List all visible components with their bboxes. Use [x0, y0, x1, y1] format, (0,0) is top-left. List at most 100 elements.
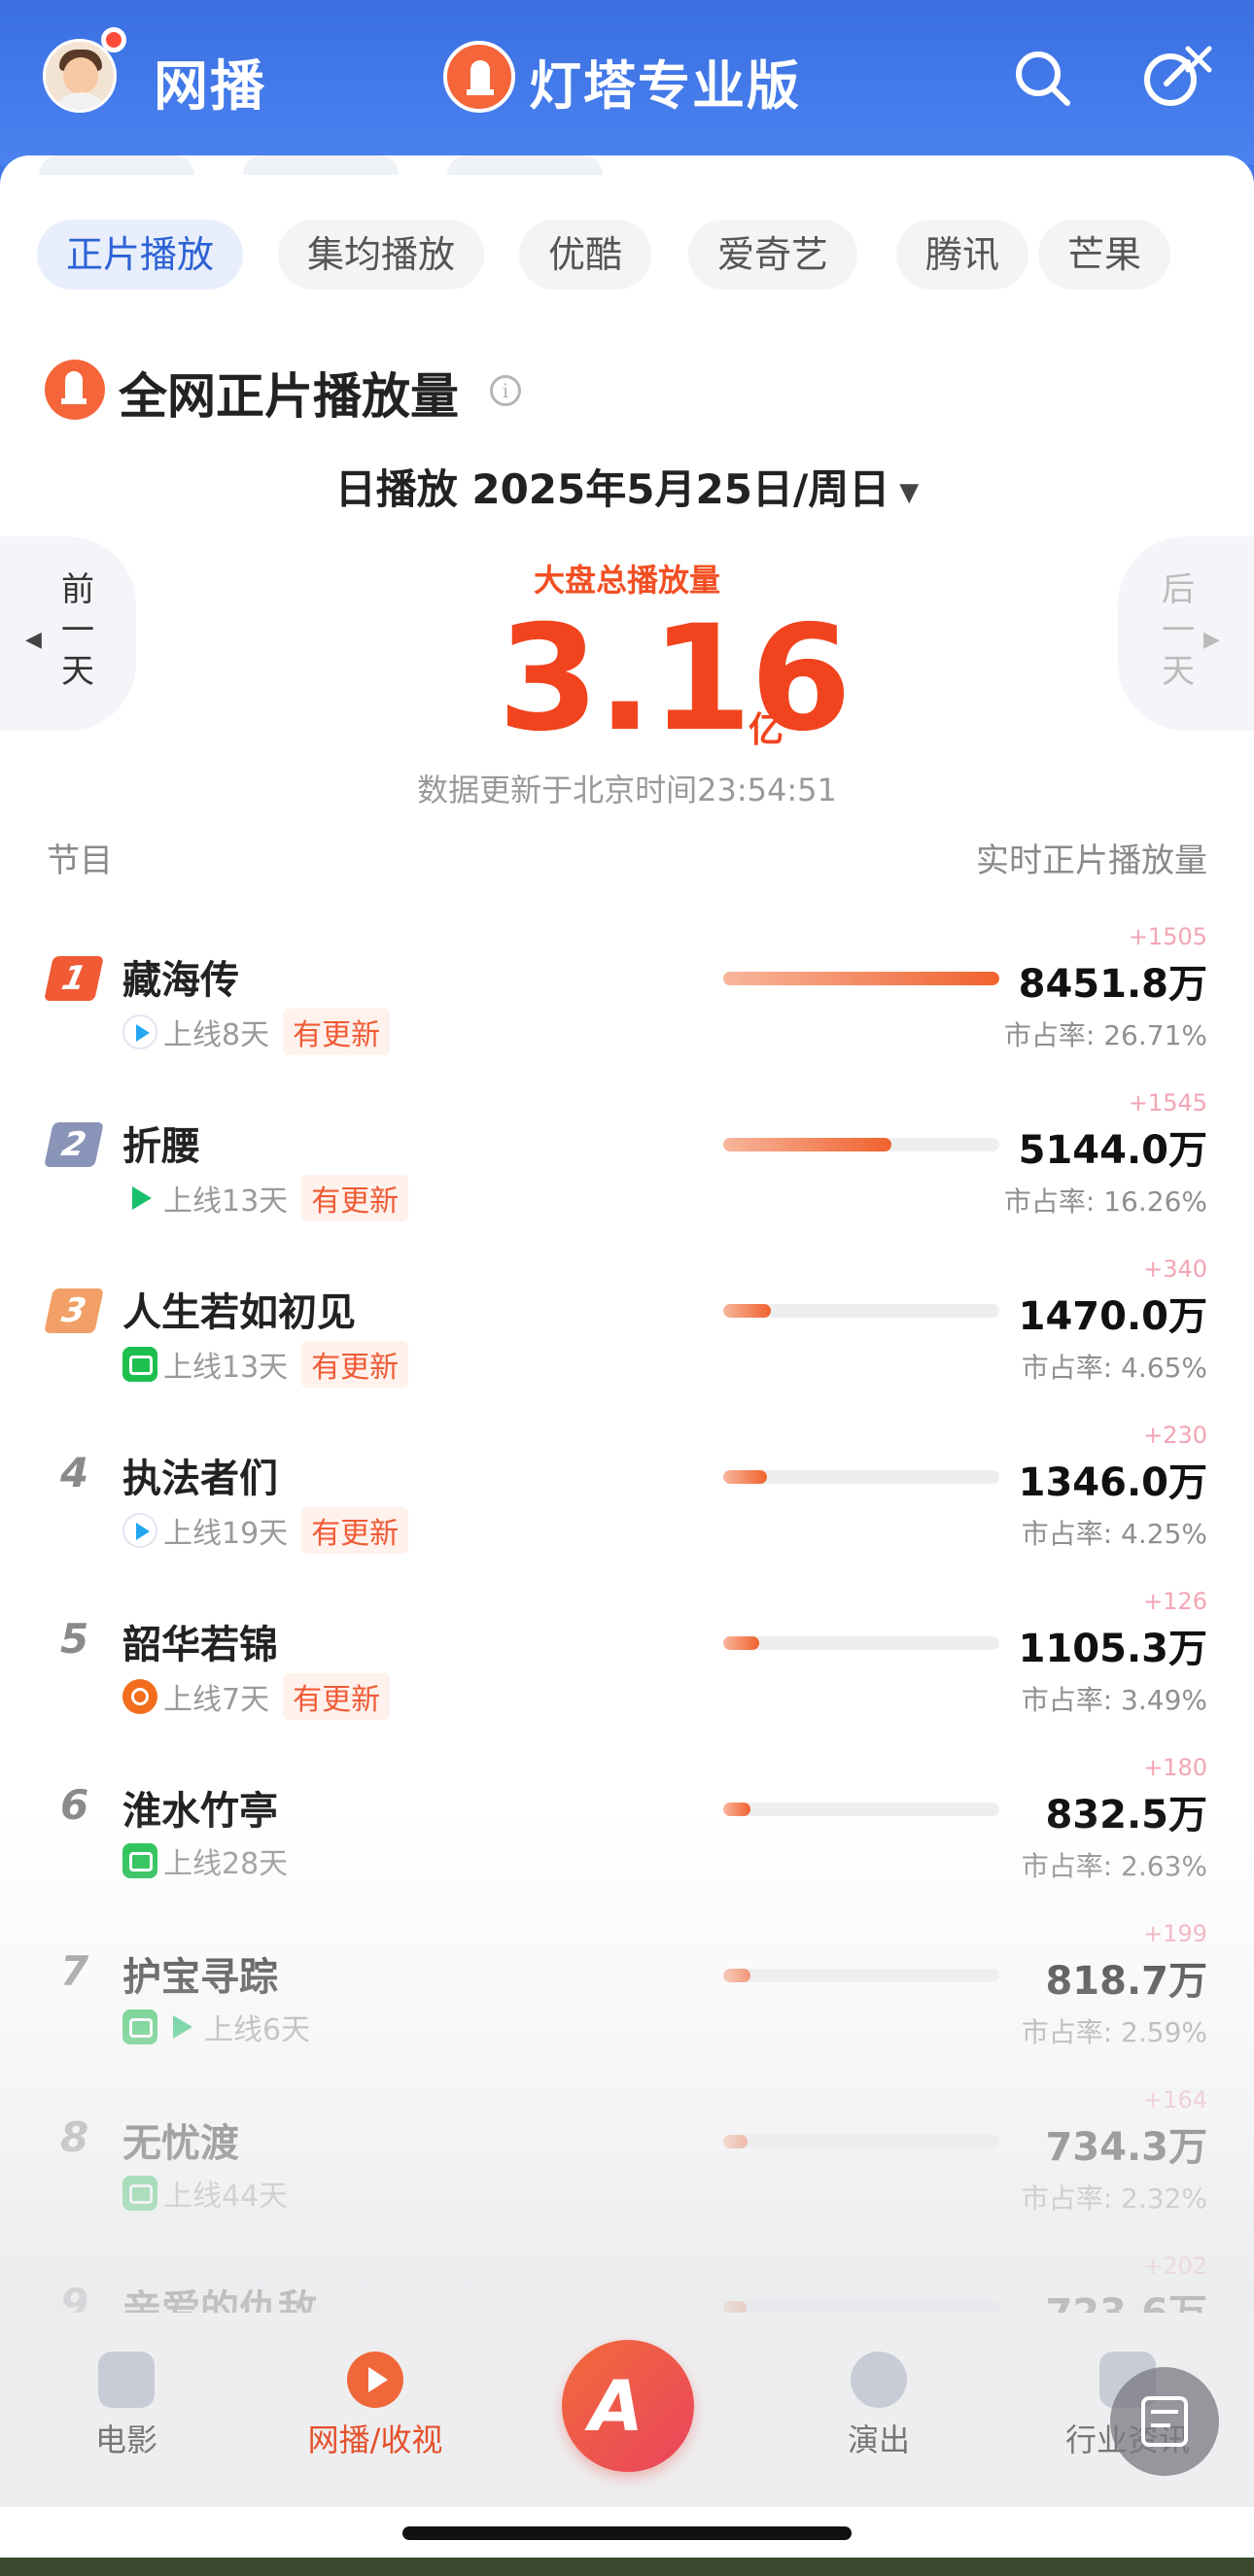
- play-delta: +180: [1143, 1754, 1207, 1781]
- filter-chip-iqiyi[interactable]: 爱奇艺: [688, 220, 858, 290]
- play-count: 1346.0万: [1018, 1460, 1207, 1505]
- market-share: 市占率: 4.65%: [1021, 1352, 1207, 1384]
- top-header: 网播 灯塔专业版: [0, 0, 1254, 165]
- days-online: 上线13天: [163, 1185, 289, 1219]
- share-bar-fill: [723, 1470, 768, 1484]
- rank-number: 5: [60, 1615, 89, 1663]
- show-title[interactable]: 淮水竹亭: [122, 1779, 278, 1836]
- screen-bottom-edge: [0, 2558, 1254, 2576]
- ranking-row[interactable]: 6 淮水竹亭 上线28天 +180 832.5万 市占率: 2.63%: [0, 1754, 1254, 1937]
- share-bar-fill: [723, 1304, 772, 1318]
- play-count: 1105.3万: [1018, 1627, 1207, 1671]
- share-bar: [723, 1470, 999, 1484]
- play-delta: +1545: [1128, 1089, 1207, 1116]
- filter-chips: 正片播放 集均播放 优酷 爱奇艺 腾讯 芒果: [37, 220, 1233, 290]
- filter-chip-mango[interactable]: 芒果: [1038, 220, 1171, 290]
- mango-platform-icon: [122, 1679, 157, 1714]
- show-meta: 上线44天: [122, 2172, 301, 2216]
- play-delta: +126: [1143, 1588, 1207, 1615]
- ranking-row[interactable]: 3 人生若如初见 上线13天 有更新 +340 1470.0万 市占率: 4.65…: [0, 1255, 1254, 1438]
- ranking-row[interactable]: 5 韶华若锦 上线7天 有更新 +126 1105.3万 市占率: 3.49%: [0, 1588, 1254, 1770]
- show-title[interactable]: 韶华若锦: [122, 1613, 278, 1669]
- show-title[interactable]: 无忧渡: [122, 2112, 239, 2168]
- microphone-icon: [851, 2352, 907, 2408]
- share-close-icon[interactable]: [1137, 41, 1215, 117]
- tencent-platform-icon: [163, 2009, 198, 2044]
- arrow-right-icon: ▶: [1203, 628, 1220, 652]
- market-share: 市占率: 2.32%: [1021, 2182, 1207, 2215]
- play-icon: [347, 2352, 403, 2408]
- ranking-row[interactable]: 1 藏海传 上线8天 有更新 +1505 8451.8万 市占率: 26.71%: [0, 923, 1254, 1106]
- market-share: 市占率: 2.59%: [1021, 2016, 1207, 2048]
- updated-tag: 有更新: [301, 1341, 409, 1388]
- share-bar: [723, 1803, 999, 1816]
- center-logo-icon: A: [589, 2365, 644, 2447]
- ranking-row[interactable]: 7 护宝寻踪 上线6天 +199 818.7万 市占率: 2.59%: [0, 1920, 1254, 2103]
- updated-tag: 有更新: [301, 1175, 409, 1221]
- section-title: 全网正片播放量: [119, 368, 459, 425]
- date-selector[interactable]: 日播放 2025年5月25日/周日 ▼: [0, 457, 1254, 516]
- days-online: 上线13天: [163, 1351, 289, 1385]
- rank-badge: 1: [44, 956, 104, 1001]
- ranking-row[interactable]: 8 无忧渡 上线44天 +164 734.3万 市占率: 2.32%: [0, 2086, 1254, 2269]
- play-delta: +199: [1143, 1920, 1207, 1947]
- nav-show[interactable]: 演出: [782, 2352, 976, 2460]
- total-value: 3.16: [498, 595, 852, 764]
- show-meta: 上线19天 有更新: [122, 1507, 409, 1554]
- floating-menu-button[interactable]: [1110, 2367, 1219, 2476]
- play-count: 8451.8万: [1018, 962, 1207, 1007]
- nav-streaming[interactable]: 网播/收视: [278, 2352, 472, 2460]
- show-title[interactable]: 护宝寻踪: [122, 1945, 278, 2002]
- filter-chip-tencent[interactable]: 腾讯: [896, 220, 1029, 290]
- info-icon[interactable]: i: [490, 375, 521, 406]
- notification-dot: [101, 27, 126, 52]
- play-count: 1470.0万: [1018, 1294, 1207, 1339]
- date-text: 日播放 2025年5月25日/周日: [334, 465, 890, 513]
- filter-chip-main-plays[interactable]: 正片播放: [37, 220, 244, 290]
- play-count: 818.7万: [1045, 1959, 1207, 2004]
- show-meta: 上线6天: [122, 2006, 324, 2050]
- play-delta: +164: [1143, 2086, 1207, 2113]
- show-meta: 上线28天: [122, 1839, 301, 1884]
- play-count: 5144.0万: [1018, 1128, 1207, 1173]
- show-meta: 上线8天 有更新: [122, 1009, 391, 1055]
- days-online: 上线7天: [163, 1683, 270, 1717]
- updated-tag: 有更新: [283, 1009, 391, 1055]
- total-unit: 亿: [749, 710, 784, 750]
- filter-chip-avg-plays[interactable]: 集均播放: [278, 220, 485, 290]
- rank-number: 6: [60, 1781, 89, 1829]
- search-icon[interactable]: [1011, 47, 1075, 111]
- home-indicator: [402, 2526, 852, 2540]
- lighthouse-logo-icon: [45, 360, 105, 420]
- youku-platform-icon: [122, 1014, 157, 1049]
- show-meta: 上线13天 有更新: [122, 1341, 409, 1388]
- play-delta: +202: [1143, 2252, 1207, 2280]
- show-title[interactable]: 执法者们: [122, 1447, 278, 1503]
- nav-movie[interactable]: 电影: [29, 2352, 224, 2460]
- filter-chip-youku[interactable]: 优酷: [519, 220, 652, 290]
- column-header-program: 节目: [47, 841, 113, 880]
- iqiyi-platform-icon: [122, 1347, 157, 1382]
- show-title[interactable]: 藏海传: [122, 948, 239, 1005]
- rank-badge: 3: [44, 1288, 104, 1333]
- market-share: 市占率: 26.71%: [1003, 1019, 1207, 1051]
- market-share: 市占率: 4.25%: [1021, 1518, 1207, 1550]
- play-delta: +340: [1143, 1255, 1207, 1283]
- share-bar: [723, 1969, 999, 1982]
- market-share: 市占率: 3.49%: [1021, 1684, 1207, 1716]
- movie-icon: [98, 2352, 155, 2408]
- brand-title[interactable]: 灯塔专业版: [529, 43, 801, 120]
- show-title[interactable]: 人生若如初见: [122, 1281, 356, 1337]
- nav-streaming-label: 网播/收视: [307, 2421, 443, 2458]
- play-delta: +1505: [1128, 923, 1207, 950]
- share-bar: [723, 1304, 999, 1318]
- show-meta: 上线7天 有更新: [122, 1673, 391, 1720]
- center-action-button[interactable]: A: [562, 2340, 694, 2472]
- updated-tag: 有更新: [283, 1673, 391, 1720]
- share-bar: [723, 1138, 999, 1151]
- show-title[interactable]: 折腰: [122, 1115, 200, 1171]
- ranking-row[interactable]: 4 执法者们 上线19天 有更新 +230 1346.0万 市占率: 4.25%: [0, 1422, 1254, 1604]
- nav-movie-label: 电影: [94, 2421, 157, 2458]
- page-title[interactable]: 网播: [154, 43, 266, 121]
- ranking-row[interactable]: 2 折腰 上线13天 有更新 +1545 5144.0万 市占率: 16.26%: [0, 1089, 1254, 1272]
